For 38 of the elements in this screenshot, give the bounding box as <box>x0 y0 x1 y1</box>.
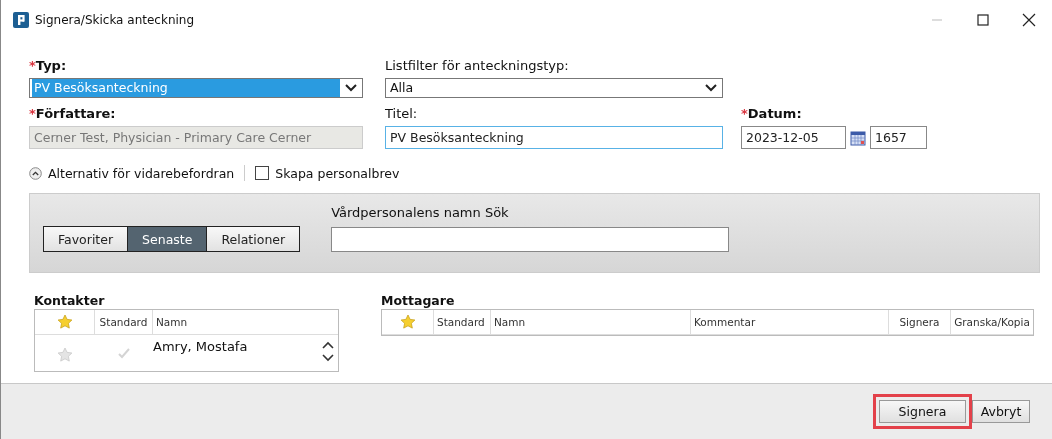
filter-dropdown[interactable]: Alla <box>385 78 723 98</box>
title-field[interactable]: PV Besöksanteckning <box>385 126 723 149</box>
field-label: Titel: <box>385 106 419 123</box>
column-header: Namn <box>156 316 188 328</box>
field-label: Listfilter för anteckningstyp: <box>385 58 570 75</box>
column-header: Standard <box>437 316 485 328</box>
star-icon <box>399 314 416 330</box>
tab[interactable]: Senaste <box>127 226 208 252</box>
star-icon <box>56 314 73 330</box>
section-heading: Kontakter <box>34 293 106 309</box>
app-logo-icon <box>13 12 29 28</box>
contact-name[interactable]: Amry, Mostafa <box>153 339 248 354</box>
column-header: Kommentar <box>694 316 756 328</box>
column-header: Standard <box>99 316 148 328</box>
section-heading: Mottagare <box>381 293 456 309</box>
date-field[interactable]: 2023-12-05 <box>741 126 846 149</box>
window-title: Signera/Skicka anteckning <box>35 13 196 27</box>
tab[interactable]: Relationer <box>206 226 301 252</box>
checkbox[interactable] <box>255 166 270 180</box>
chevron-down-icon <box>704 83 718 93</box>
scroll-up-icon[interactable] <box>322 341 334 350</box>
field-label: *Datum: <box>741 106 803 123</box>
calendar-icon[interactable] <box>850 129 866 146</box>
column-header: Namn <box>494 316 526 328</box>
chevron-down-icon <box>344 83 358 93</box>
search-label: Vårdpersonalens namn Sök <box>331 205 510 222</box>
column-header: Granska/Kopia <box>954 316 1030 328</box>
search-field[interactable] <box>331 227 730 252</box>
collapse-icon[interactable] <box>29 166 42 180</box>
forwarding-options-label[interactable]: Alternativ för vidarebefordran <box>48 165 235 181</box>
checkbox-label: Skapa personalbrev <box>275 165 400 181</box>
cancel-button[interactable]: Avbryt <box>972 400 1030 423</box>
tab[interactable]: Favoriter <box>43 226 129 252</box>
column-header: Signera <box>899 316 940 328</box>
field-label: *Författare: <box>29 106 117 123</box>
time-field[interactable]: 1657 <box>870 126 927 149</box>
scroll-down-icon[interactable] <box>322 353 334 362</box>
field-label: *Typ: <box>29 58 68 75</box>
